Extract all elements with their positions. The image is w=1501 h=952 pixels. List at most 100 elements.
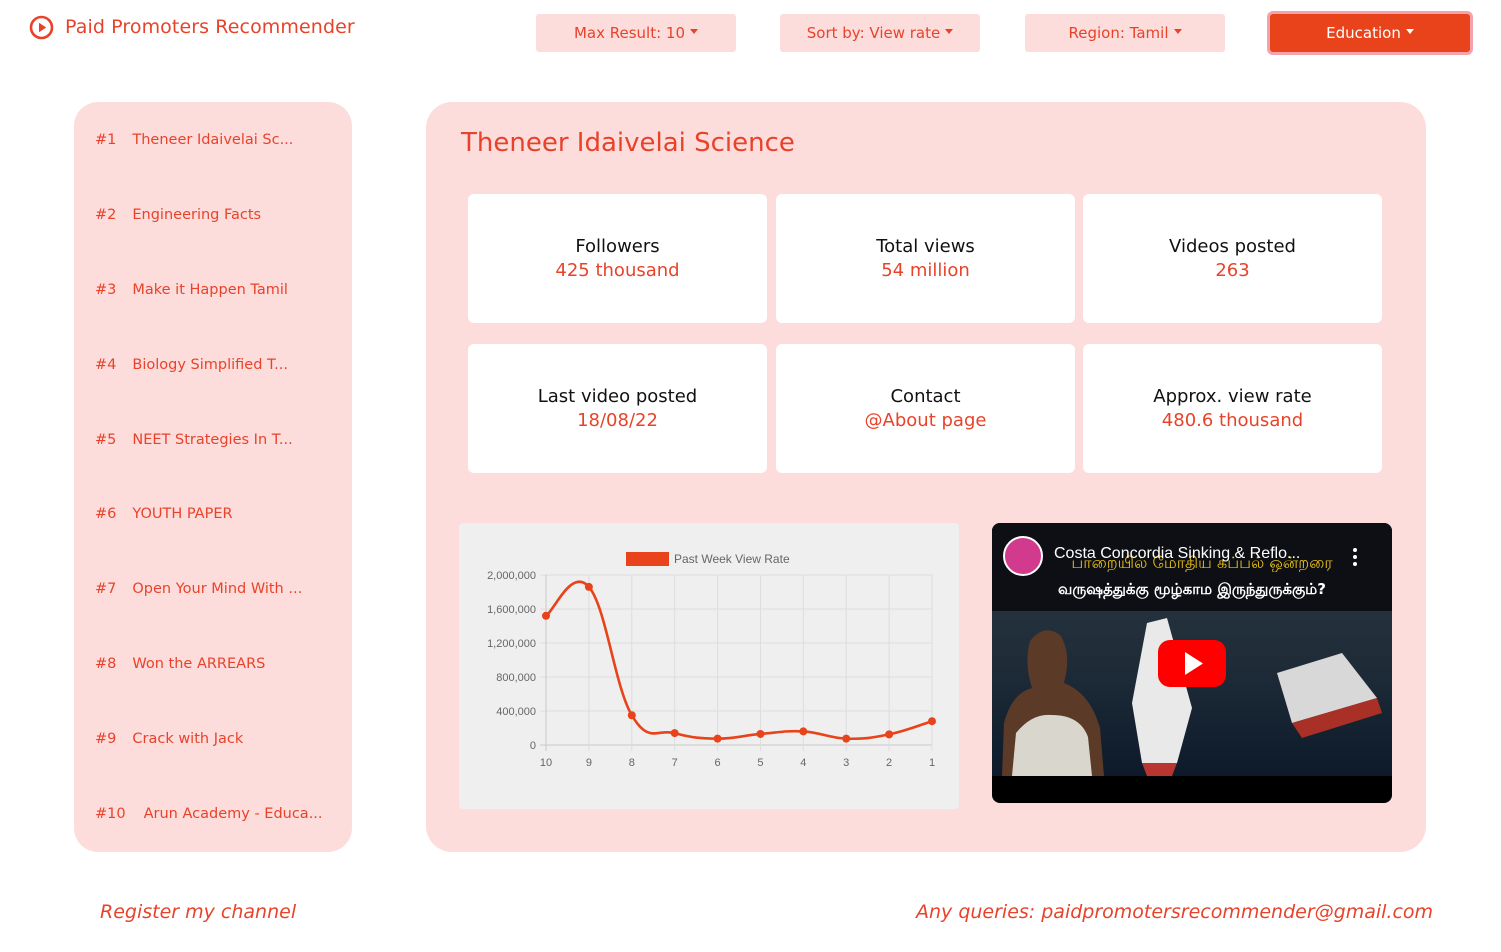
rank-label: #7 bbox=[95, 581, 117, 597]
data-point bbox=[670, 729, 679, 738]
data-point bbox=[542, 611, 550, 620]
channel-name: Engineering Facts bbox=[132, 207, 262, 223]
sidebar-item-5[interactable]: #5 NEET Strategies In T... bbox=[95, 429, 293, 451]
channel-ranking-sidebar: #1 Theneer Idaivelai Sc... #2 Engineerin… bbox=[74, 102, 352, 852]
rank-label: #5 bbox=[95, 432, 117, 448]
stat-value: 263 bbox=[1215, 259, 1250, 281]
sidebar-item-8[interactable]: #8 Won the ARREARS bbox=[95, 653, 265, 675]
category-dropdown[interactable]: Education bbox=[1270, 14, 1470, 52]
y-tick-label: 1,600,000 bbox=[487, 604, 536, 616]
sort-by-label: Sort by: View rate bbox=[806, 24, 941, 42]
stat-value: 54 million bbox=[881, 259, 970, 281]
x-tick-label: 8 bbox=[629, 757, 635, 769]
channel-name: Won the ARREARS bbox=[132, 656, 266, 672]
line-chart: 0 400,000 800,000 1,200,000 1,600,000 2,000,0… bbox=[487, 552, 936, 769]
x-tick-label: 9 bbox=[586, 757, 592, 769]
channel-name: Theneer Idaivelai Sc... bbox=[132, 132, 294, 148]
rank-label: #8 bbox=[95, 656, 117, 672]
stat-value: 480.6 thousand bbox=[1161, 409, 1304, 431]
more-options-icon[interactable] bbox=[1352, 547, 1358, 567]
y-tick-label: 0 bbox=[530, 740, 536, 752]
channel-name: Arun Academy - Educa... bbox=[143, 806, 323, 822]
x-tick-label: 6 bbox=[714, 757, 720, 769]
legend-swatch bbox=[626, 552, 669, 566]
stat-label: Approx. view rate bbox=[1153, 385, 1312, 407]
stat-card-followers: Followers 425 thousand bbox=[468, 194, 767, 323]
chevron-down-icon bbox=[1173, 29, 1182, 34]
video-title[interactable]: Costa Concordia Sinking & Reflo... bbox=[1054, 545, 1300, 563]
rank-label: #2 bbox=[95, 207, 117, 223]
rank-label: #3 bbox=[95, 282, 117, 298]
region-dropdown[interactable]: Region: Tamil bbox=[1025, 14, 1225, 52]
youtube-logo-icon bbox=[29, 15, 54, 39]
channel-name: YOUTH PAPER bbox=[132, 506, 233, 522]
region-label: Region: Tamil bbox=[1068, 24, 1169, 42]
legend-label: Past Week View Rate bbox=[674, 552, 790, 566]
brand[interactable]: Paid Promoters Recommender bbox=[29, 13, 355, 41]
channel-name: Biology Simplified T... bbox=[132, 357, 288, 373]
sidebar-item-3[interactable]: #3 Make it Happen Tamil bbox=[95, 279, 288, 301]
channel-title: Theneer Idaivelai Science bbox=[461, 128, 795, 158]
channel-name: Make it Happen Tamil bbox=[132, 282, 288, 298]
app-title: Paid Promoters Recommender bbox=[65, 16, 355, 38]
stat-label: Contact bbox=[890, 385, 961, 407]
data-point bbox=[756, 729, 765, 738]
stat-label: Total views bbox=[876, 235, 975, 257]
stat-label: Followers bbox=[575, 235, 660, 257]
sidebar-item-2[interactable]: #2 Engineering Facts bbox=[95, 204, 261, 226]
overlay-text-line-2: வருஷத்துக்கு மூழ்காம இருந்துருக்கும்? bbox=[1058, 580, 1326, 598]
y-tick-label: 1,200,000 bbox=[487, 638, 536, 650]
rank-label: #6 bbox=[95, 506, 117, 522]
rank-label: #1 bbox=[95, 132, 117, 148]
x-tick-label: 4 bbox=[800, 757, 806, 769]
data-point bbox=[627, 711, 636, 720]
stat-card-total-views: Total views 54 million bbox=[776, 194, 1075, 323]
chevron-down-icon bbox=[945, 29, 954, 34]
contact-email-link[interactable]: Any queries: paidpromotersrecommender@gm… bbox=[916, 901, 1433, 923]
video-embed[interactable]: பாறையில் மோதிய கப்பல் ஒன்றரை Costa Conco… bbox=[992, 523, 1392, 803]
register-channel-link[interactable]: Register my channel bbox=[100, 901, 296, 923]
x-tick-label: 3 bbox=[843, 757, 849, 769]
channel-name: NEET Strategies In T... bbox=[132, 432, 293, 448]
sidebar-item-6[interactable]: #6 YOUTH PAPER bbox=[95, 503, 233, 525]
channel-detail-panel: Theneer Idaivelai Science Followers 425 … bbox=[426, 102, 1426, 852]
max-result-label: Max Result: 10 bbox=[573, 24, 686, 42]
sidebar-item-9[interactable]: #9 Crack with Jack bbox=[95, 728, 243, 750]
data-point bbox=[799, 727, 808, 736]
x-tick-label: 2 bbox=[886, 757, 892, 769]
x-tick-label: 5 bbox=[757, 757, 763, 769]
series-line bbox=[545, 580, 933, 741]
contact-link[interactable]: @About page bbox=[865, 409, 987, 433]
stat-card-videos-posted: Videos posted 263 bbox=[1083, 194, 1382, 323]
data-point bbox=[928, 717, 936, 726]
stat-label: Last video posted bbox=[537, 385, 698, 407]
x-tick-label: 7 bbox=[672, 757, 678, 769]
chevron-down-icon bbox=[1405, 29, 1414, 34]
x-tick-label: 1 bbox=[929, 757, 935, 769]
rank-label: #9 bbox=[95, 731, 117, 747]
stat-value: 18/08/22 bbox=[577, 409, 658, 431]
sidebar-item-10[interactable]: #10 Arun Academy - Educa... bbox=[95, 803, 323, 825]
stat-value: 425 thousand bbox=[555, 259, 680, 281]
category-label: Education bbox=[1326, 24, 1401, 42]
stat-card-view-rate: Approx. view rate 480.6 thousand bbox=[1083, 344, 1382, 473]
sidebar-item-4[interactable]: #4 Biology Simplified T... bbox=[95, 354, 288, 376]
x-tick-label: 10 bbox=[540, 757, 552, 769]
rank-label: #4 bbox=[95, 357, 117, 373]
sort-by-dropdown[interactable]: Sort by: View rate bbox=[780, 14, 980, 52]
sidebar-item-1[interactable]: #1 Theneer Idaivelai Sc... bbox=[95, 129, 293, 151]
stat-card-contact: Contact @About page bbox=[776, 344, 1075, 473]
stat-card-last-video: Last video posted 18/08/22 bbox=[468, 344, 767, 473]
data-point bbox=[584, 582, 593, 591]
view-rate-chart: 0 400,000 800,000 1,200,000 1,600,000 2,000,0… bbox=[459, 523, 959, 809]
channel-name: Open Your Mind With ... bbox=[132, 581, 303, 597]
chevron-down-icon bbox=[690, 29, 699, 34]
rank-label: #10 bbox=[95, 806, 126, 822]
sidebar-item-7[interactable]: #7 Open Your Mind With ... bbox=[95, 578, 302, 600]
y-tick-label: 2,000,000 bbox=[487, 570, 536, 582]
max-result-dropdown[interactable]: Max Result: 10 bbox=[536, 14, 736, 52]
y-tick-label: 400,000 bbox=[496, 706, 536, 718]
stat-label: Videos posted bbox=[1169, 235, 1296, 257]
data-point bbox=[713, 734, 722, 743]
channel-name: Crack with Jack bbox=[132, 731, 244, 747]
